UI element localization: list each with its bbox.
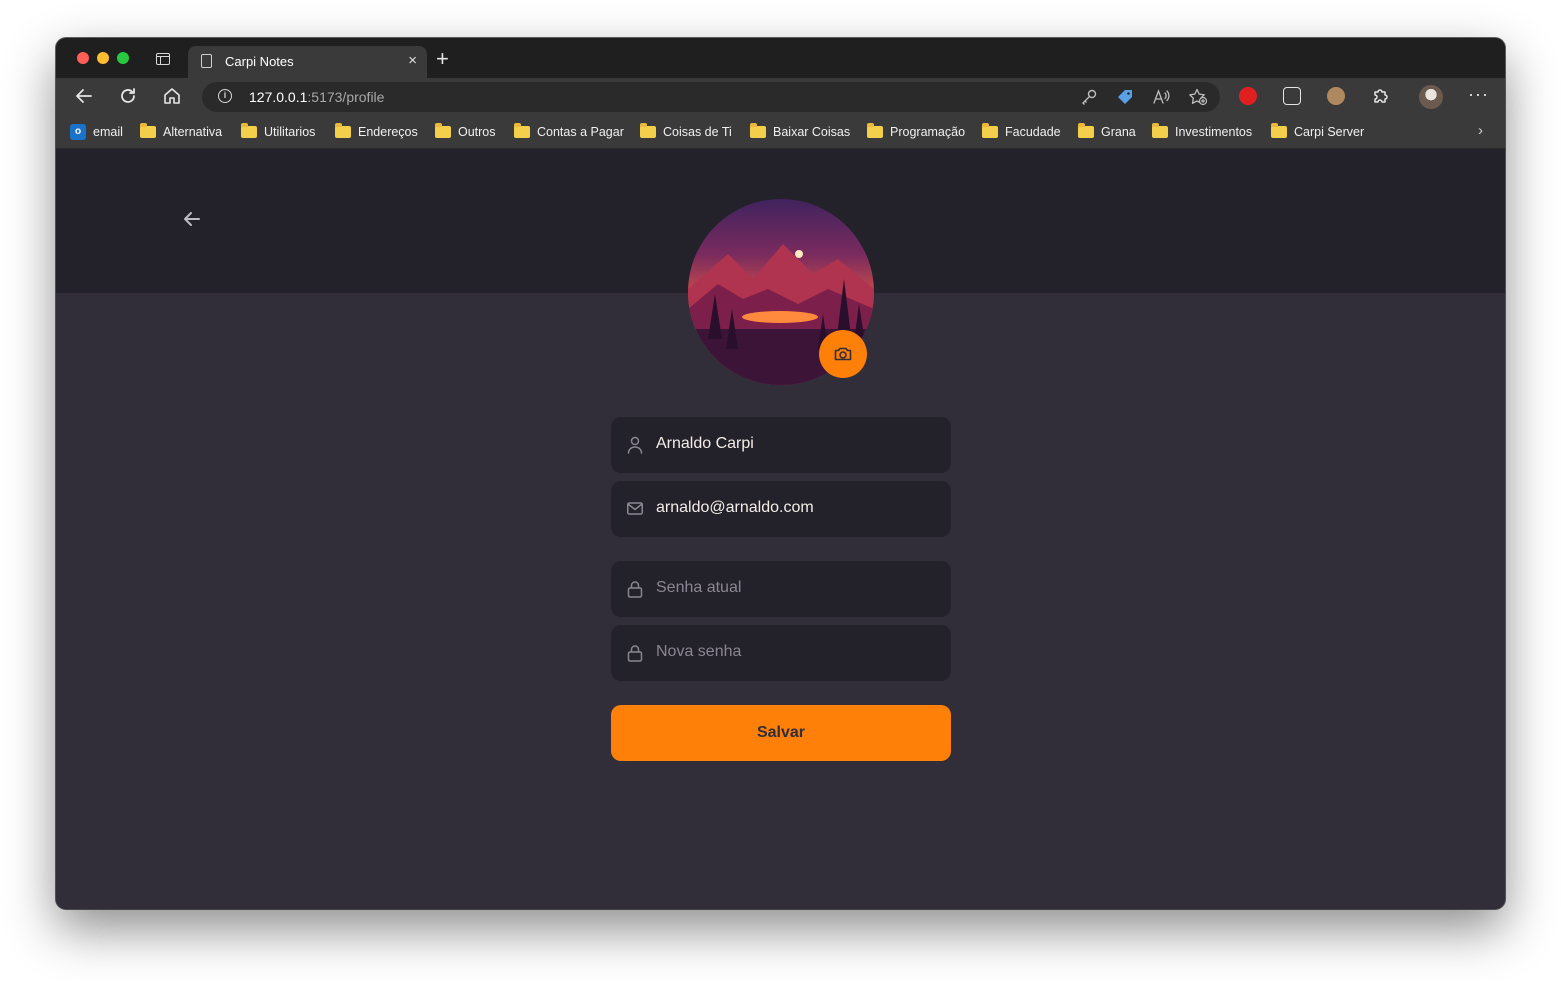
folder-icon [1078, 123, 1094, 138]
tab-actions-icon[interactable] [156, 53, 170, 65]
profile-page: Arnaldo Carpi arnaldo@arnaldo.com Senha … [56, 149, 1505, 909]
folder-icon [982, 123, 998, 138]
close-tab-icon[interactable]: × [408, 52, 417, 69]
close-window-button[interactable] [77, 52, 89, 64]
minimize-window-button[interactable] [97, 52, 109, 64]
bookmark-folder[interactable]: Utilitarios [241, 123, 315, 141]
maximize-window-button[interactable] [117, 52, 129, 64]
change-avatar-button[interactable] [819, 330, 867, 378]
bookmark-folder[interactable]: Alternativa [140, 123, 222, 141]
name-field[interactable]: Arnaldo Carpi [611, 417, 951, 473]
new-tab-button[interactable]: + [436, 48, 449, 70]
bookmark-label: Programação [890, 125, 966, 139]
address-bar[interactable]: i 127.0.0.1:5173/profile [202, 82, 1220, 112]
bookmark-label: Facudade [1005, 125, 1061, 139]
bookmark-label: email [93, 125, 123, 139]
folder-icon [335, 123, 351, 138]
key-icon[interactable] [1080, 88, 1098, 110]
tab-title: Carpi Notes [225, 54, 294, 69]
avatar-extension-icon[interactable] [1327, 87, 1345, 105]
folder-icon [140, 123, 156, 138]
current-password-field[interactable]: Senha atual [611, 561, 951, 617]
bookmark-label: Utilitarios [264, 125, 316, 139]
bookmark-folder[interactable]: Investimentos [1152, 123, 1252, 141]
mail-icon [627, 500, 643, 518]
folder-icon [1271, 123, 1287, 138]
bookmark-folder[interactable]: Grana [1078, 123, 1136, 141]
folder-icon [514, 123, 530, 138]
back-arrow-icon[interactable] [180, 207, 204, 237]
read-aloud-icon[interactable] [1152, 88, 1170, 110]
site-info-icon[interactable]: i [218, 89, 232, 103]
tab-strip: Carpi Notes × + [56, 38, 1505, 78]
folder-icon [1152, 123, 1168, 138]
folder-icon [867, 123, 883, 138]
bookmark-folder[interactable]: Carpi Server [1271, 123, 1364, 141]
page-icon [201, 54, 212, 68]
folder-icon [435, 123, 451, 138]
back-icon[interactable] [74, 86, 94, 110]
bookmark-label: Endereços [358, 125, 418, 139]
avatar-container [688, 199, 874, 385]
lock-icon [627, 580, 643, 598]
lock-icon [627, 644, 643, 662]
bookmark-folder[interactable]: Contas a Pagar [514, 123, 624, 141]
current-password-placeholder: Senha atual [656, 579, 742, 596]
adblock-extension-icon[interactable] [1239, 87, 1257, 105]
reload-icon[interactable] [118, 86, 138, 110]
bookmark-folder[interactable]: Baixar Coisas [750, 123, 850, 141]
coupon-tag-icon[interactable] [1116, 88, 1134, 110]
bookmark-label: Investimentos [1175, 125, 1253, 139]
browser-window: Carpi Notes × + i 127.0.0.1:5173/profile [56, 38, 1505, 909]
bookmark-folder[interactable]: Outros [435, 123, 496, 141]
reader-extension-icon[interactable] [1283, 87, 1301, 105]
camera-icon [834, 347, 852, 361]
bookmarks-bar: o email Alternativa Utilitarios Endereços… [56, 116, 1505, 149]
new-password-field[interactable]: Nova senha [611, 625, 951, 681]
extensions-puzzle-icon[interactable] [1371, 86, 1391, 110]
url-host: 127.0.0.1 [249, 89, 308, 105]
folder-icon [750, 123, 766, 138]
user-icon [627, 436, 643, 454]
more-bookmarks-icon[interactable]: › [1478, 122, 1483, 139]
bookmark-email[interactable]: o email [70, 123, 123, 141]
bookmark-folder[interactable]: Coisas de Ti [640, 123, 732, 141]
folder-icon [640, 123, 656, 138]
outlook-icon: o [70, 124, 86, 140]
bookmark-label: Grana [1101, 125, 1136, 139]
save-button[interactable]: Salvar [611, 705, 951, 761]
bookmark-label: Contas a Pagar [537, 125, 624, 139]
bookmark-folder[interactable]: Programação [867, 123, 965, 141]
bookmark-label: Outros [458, 125, 496, 139]
bookmark-folder[interactable]: Facudade [982, 123, 1061, 141]
browser-toolbar: i 127.0.0.1:5173/profile ··· [56, 78, 1505, 116]
home-icon[interactable] [162, 86, 182, 110]
name-value: Arnaldo Carpi [656, 435, 754, 452]
bookmark-label: Carpi Server [1294, 125, 1365, 139]
email-value: arnaldo@arnaldo.com [656, 499, 814, 516]
browser-profile-avatar[interactable] [1419, 85, 1443, 109]
url-text: 127.0.0.1:5173/profile [249, 89, 384, 105]
bookmark-label: Alternativa [163, 125, 223, 139]
new-password-placeholder: Nova senha [656, 643, 742, 660]
add-favorite-icon[interactable] [1188, 88, 1208, 110]
url-path: :5173/profile [307, 89, 385, 105]
tab-carpi-notes[interactable]: Carpi Notes × [188, 46, 427, 78]
bookmark-folder[interactable]: Endereços [335, 123, 418, 141]
email-field[interactable]: arnaldo@arnaldo.com [611, 481, 951, 537]
settings-menu-icon[interactable]: ··· [1468, 84, 1489, 105]
folder-icon [241, 123, 257, 138]
bookmark-label: Coisas de Ti [663, 125, 732, 139]
bookmark-label: Baixar Coisas [773, 125, 851, 139]
